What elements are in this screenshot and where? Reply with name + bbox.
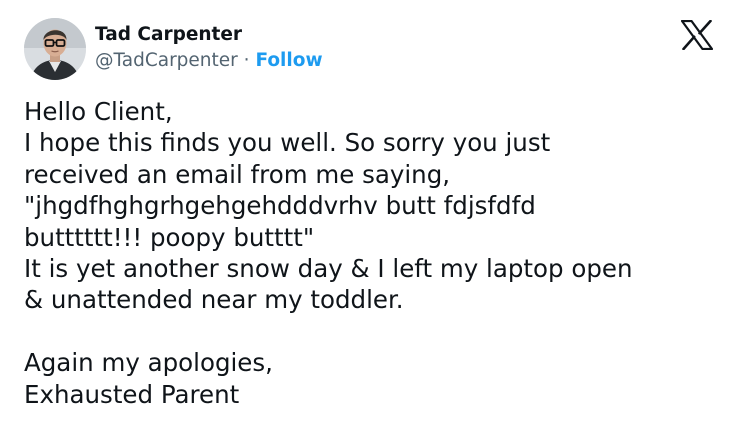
tweet-card: Tad Carpenter @TadCarpenter · Follow Hel… bbox=[0, 0, 740, 429]
tweet-line bbox=[24, 316, 724, 347]
tweet-line: Exhausted Parent bbox=[24, 379, 240, 409]
tweet-line: "jhgdfhghgrhgehgehdddvrhv butt fdjsfdfd bbox=[24, 191, 536, 221]
x-logo-icon[interactable] bbox=[680, 19, 714, 51]
tweet-line: & unattended near my toddler. bbox=[24, 285, 404, 315]
tweet-line: received an email from me saying, bbox=[24, 159, 451, 189]
tweet-line: It is yet another snow day & I left my l… bbox=[24, 254, 633, 284]
user-info: Tad Carpenter @TadCarpenter · Follow bbox=[95, 22, 323, 76]
handle-line: @TadCarpenter · Follow bbox=[95, 48, 323, 74]
avatar[interactable] bbox=[24, 18, 86, 80]
tweet-line: Again my apologies, bbox=[24, 348, 273, 378]
tweet-line: Hello Client, bbox=[24, 97, 173, 126]
separator-dot: · bbox=[243, 50, 250, 71]
user-handle[interactable]: @TadCarpenter bbox=[95, 50, 238, 71]
tweet-line: butttttt!!! poopy butttt" bbox=[24, 222, 315, 252]
tweet-header: Tad Carpenter @TadCarpenter · Follow bbox=[24, 15, 323, 83]
avatar-portrait bbox=[24, 18, 86, 80]
tweet-text: Hello Client, I hope this finds you well.… bbox=[24, 96, 724, 410]
tweet-line: I hope this finds you well. So sorry you… bbox=[24, 128, 551, 158]
display-name[interactable]: Tad Carpenter bbox=[95, 22, 323, 48]
follow-button[interactable]: Follow bbox=[255, 50, 322, 71]
